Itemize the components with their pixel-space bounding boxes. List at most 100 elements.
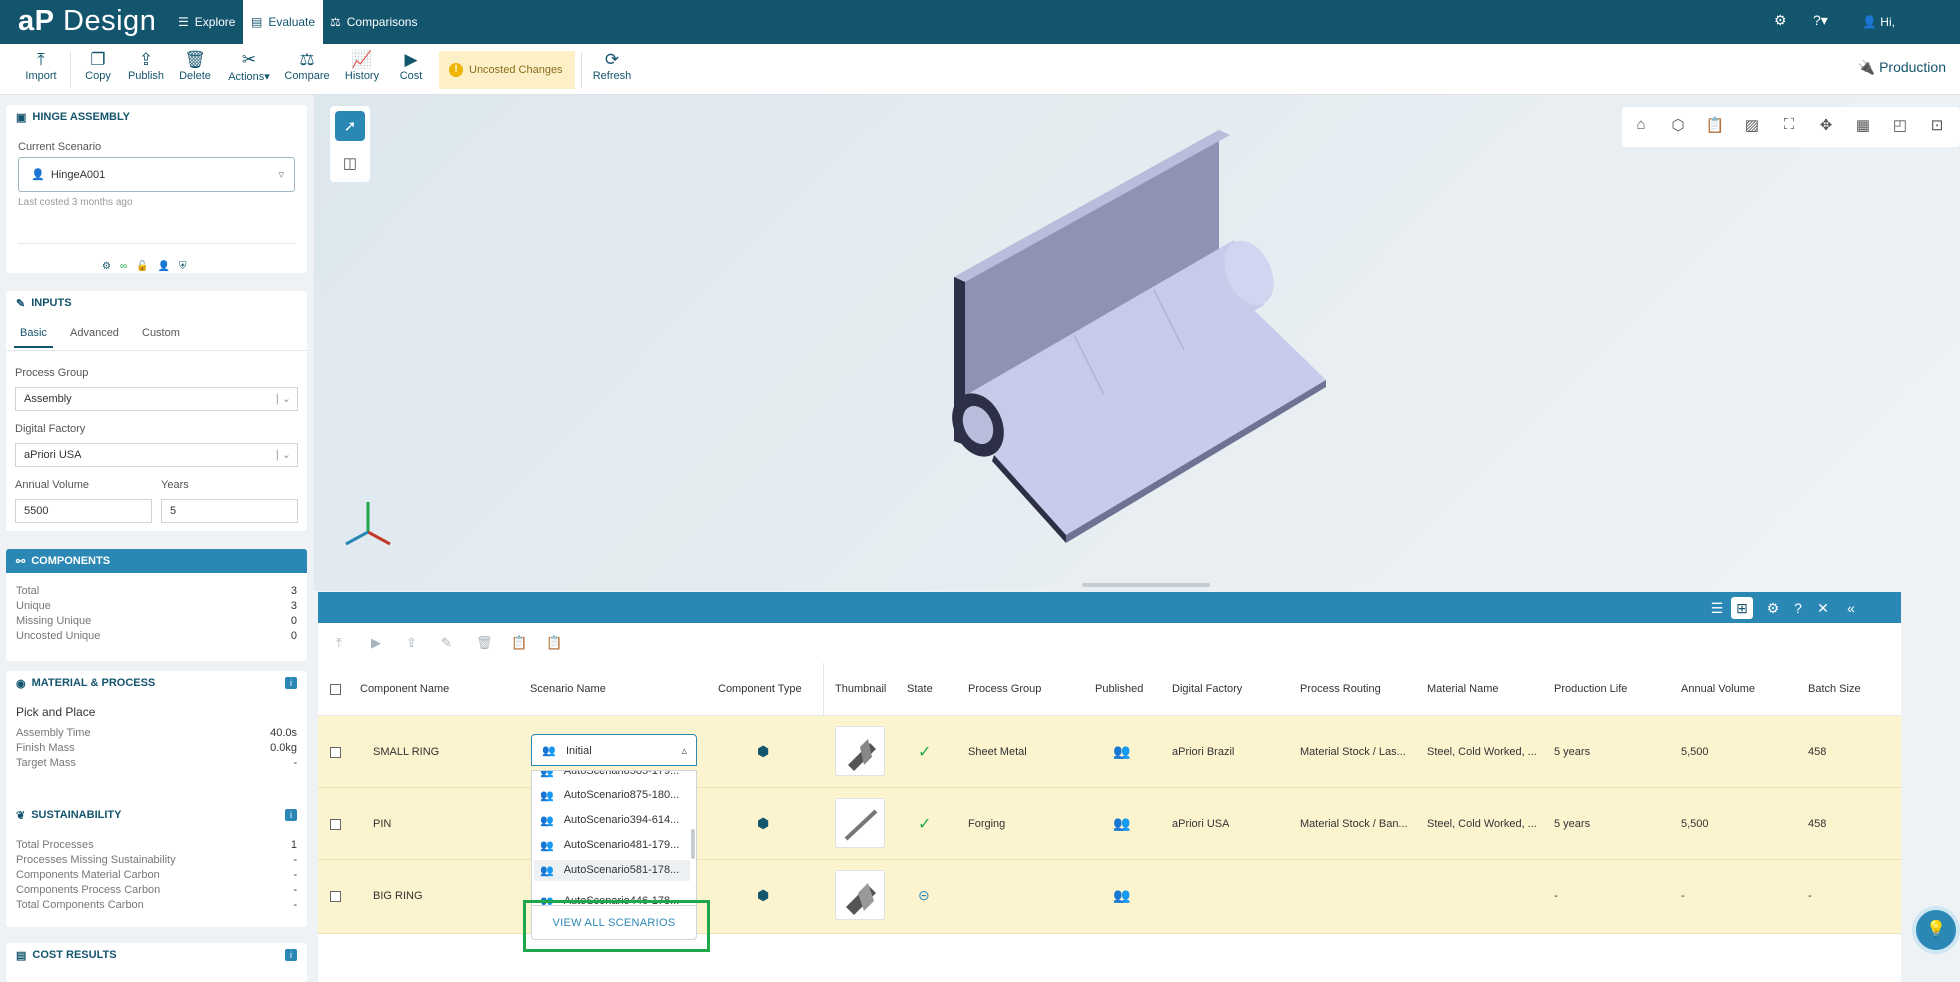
user-menu[interactable]: 👤 Hi, xyxy=(1862,15,1895,29)
tab-advanced[interactable]: Advanced xyxy=(70,327,119,339)
column-header[interactable]: Digital Factory xyxy=(1172,683,1242,695)
tab-custom[interactable]: Custom xyxy=(142,327,180,339)
link-icon[interactable]: ∞ xyxy=(120,261,127,272)
info-icon[interactable]: i xyxy=(285,677,297,689)
part-cube-icon: ⬢ xyxy=(757,743,770,759)
refresh-button[interactable]: ⟳ Refresh xyxy=(590,50,634,82)
cube-view-icon[interactable]: ⬡ xyxy=(1667,116,1689,138)
settings-icon[interactable]: ⚙ xyxy=(1762,597,1784,619)
clipboard-icon[interactable]: 📋 xyxy=(1704,116,1726,138)
thumbnail-image xyxy=(846,883,876,915)
tab-comparisons[interactable]: ⚖ Comparisons xyxy=(322,0,425,44)
column-header[interactable]: Process Group xyxy=(968,683,1041,695)
annual-volume-input[interactable]: 5500 xyxy=(15,499,152,523)
trash-icon: 🗑 xyxy=(184,50,206,69)
settings-icon[interactable]: ⚙ xyxy=(1774,12,1787,29)
info-icon[interactable]: i xyxy=(285,809,297,821)
process-routing-cell: Material Stock / Ban... xyxy=(1300,818,1408,830)
close-icon[interactable]: ✕ xyxy=(1812,597,1834,619)
share-icon[interactable]: ⇪ xyxy=(406,635,417,651)
tree-view-icon[interactable]: ⊞ xyxy=(1731,597,1753,619)
wireframe-icon[interactable]: ▦ xyxy=(1852,116,1874,138)
perspective-icon[interactable]: ◰ xyxy=(1889,116,1911,138)
process-group-select[interactable]: Assembly | ⌄ xyxy=(15,387,298,411)
column-header[interactable]: Thumbnail xyxy=(835,683,886,695)
scenario-name-select[interactable]: 👥 Initial ▵ xyxy=(531,734,697,766)
thumbnail[interactable] xyxy=(835,870,885,920)
dropdown-option[interactable]: 👥 AutoScenario481-179... xyxy=(540,839,690,852)
environment-indicator[interactable]: 🔌 Production xyxy=(1858,59,1946,76)
clipboard-icon[interactable]: 📋 xyxy=(511,635,527,651)
dropdown-option[interactable]: 👥 AutoScenario585-179... xyxy=(540,771,690,778)
column-header[interactable]: Published xyxy=(1095,683,1143,695)
copy-button[interactable]: ❐ Copy xyxy=(76,50,120,82)
play-icon[interactable]: ▶ xyxy=(371,635,381,651)
dropdown-option-hovered[interactable]: 👥 AutoScenario581-178... xyxy=(534,860,690,881)
column-header[interactable]: Component Type xyxy=(718,683,802,695)
scenario-select[interactable]: 👤 HingeA001 ▿ xyxy=(18,157,295,192)
users-icon: 👥 xyxy=(542,745,556,757)
thumbnail[interactable] xyxy=(835,726,885,776)
divider xyxy=(18,243,295,244)
assembly-card: ▣ HINGE ASSEMBLY Current Scenario 👤 Hinge… xyxy=(6,105,307,273)
panel-toggle-icon[interactable]: ◫ xyxy=(335,148,365,178)
delete-button[interactable]: 🗑 Delete xyxy=(173,50,217,82)
users-icon: 👥 xyxy=(540,815,554,827)
digital-factory-select[interactable]: aPriori USA | ⌄ xyxy=(15,443,298,467)
row-checkbox[interactable] xyxy=(330,891,341,902)
years-input[interactable]: 5 xyxy=(161,499,298,523)
column-header[interactable]: State xyxy=(907,683,933,695)
tab-explore[interactable]: ☰ Explore xyxy=(170,0,243,44)
row-checkbox[interactable] xyxy=(330,747,341,758)
cost-button[interactable]: ▶ Cost xyxy=(389,50,433,82)
viewer-resize-handle[interactable] xyxy=(1082,583,1210,587)
column-header[interactable]: Batch Size xyxy=(1808,683,1861,695)
section-icon[interactable]: ▨ xyxy=(1741,116,1763,138)
dropdown-scrollbar[interactable] xyxy=(691,829,695,859)
lightbulb-help-button[interactable]: 💡 xyxy=(1912,906,1960,954)
thumbnail[interactable] xyxy=(835,798,885,848)
column-header[interactable]: Material Name xyxy=(1427,683,1499,695)
actions-button[interactable]: ✂ Actions▾ xyxy=(225,50,273,83)
home-view-icon[interactable]: ⌂ xyxy=(1630,116,1652,138)
component-name: PIN xyxy=(373,818,392,830)
compare-button[interactable]: ⚖ Compare xyxy=(284,50,329,82)
column-header[interactable]: Annual Volume xyxy=(1681,683,1755,695)
help-icon[interactable]: ? xyxy=(1787,597,1809,619)
import-button[interactable]: ⤒ Import xyxy=(19,50,63,82)
upload-icon[interactable]: ⤒ xyxy=(336,635,342,651)
info-icon[interactable]: i xyxy=(285,949,297,961)
column-header[interactable]: Scenario Name xyxy=(530,683,606,695)
column-header[interactable]: Component Name xyxy=(360,683,449,695)
publish-button[interactable]: ⇪ Publish xyxy=(124,50,168,82)
fit-view-icon[interactable]: ⛶ xyxy=(1778,116,1800,138)
history-button[interactable]: 📈 History xyxy=(340,50,384,82)
axis-triad-graphic xyxy=(345,502,391,546)
selected-scenario: Initial xyxy=(566,745,592,757)
column-header[interactable]: Process Routing xyxy=(1300,683,1381,695)
select-tool-icon[interactable]: ➚ xyxy=(335,111,365,141)
dropdown-option[interactable]: 👥 AutoScenario394-614... xyxy=(540,814,690,827)
help-icon[interactable]: ?▾ xyxy=(1813,12,1828,29)
shield-icon[interactable]: ⛨ xyxy=(179,261,187,272)
assembly-icon[interactable]: ⚙ xyxy=(102,261,111,272)
select-all-checkbox[interactable] xyxy=(330,684,341,695)
3d-viewer[interactable] xyxy=(314,95,1960,591)
collapse-icon[interactable]: « xyxy=(1840,597,1862,619)
unlock-icon[interactable]: 🔓 xyxy=(136,261,148,272)
row-checkbox[interactable] xyxy=(330,819,341,830)
clipboard-check-icon[interactable]: 📋 xyxy=(546,635,562,651)
app-logo[interactable]: aP Design xyxy=(18,5,156,38)
column-header[interactable]: Production Life xyxy=(1554,683,1627,695)
tab-evaluate[interactable]: ▤ Evaluate xyxy=(243,0,324,44)
tab-basic[interactable]: Basic xyxy=(14,327,53,348)
list-view-icon[interactable]: ☰ xyxy=(1706,597,1728,619)
orbit-icon[interactable]: ✥ xyxy=(1815,116,1837,138)
screenshot-icon[interactable]: ⊡ xyxy=(1926,116,1948,138)
dropdown-option[interactable]: 👥 AutoScenario875-180... xyxy=(540,789,690,802)
trash-icon[interactable]: 🗑 xyxy=(476,635,493,651)
user-icon[interactable]: 👤 xyxy=(158,261,170,272)
edit-icon[interactable]: ✎ xyxy=(441,635,452,651)
inputs-tabs: Basic Advanced Custom xyxy=(6,327,307,351)
chart-icon: ▤ xyxy=(16,949,27,962)
